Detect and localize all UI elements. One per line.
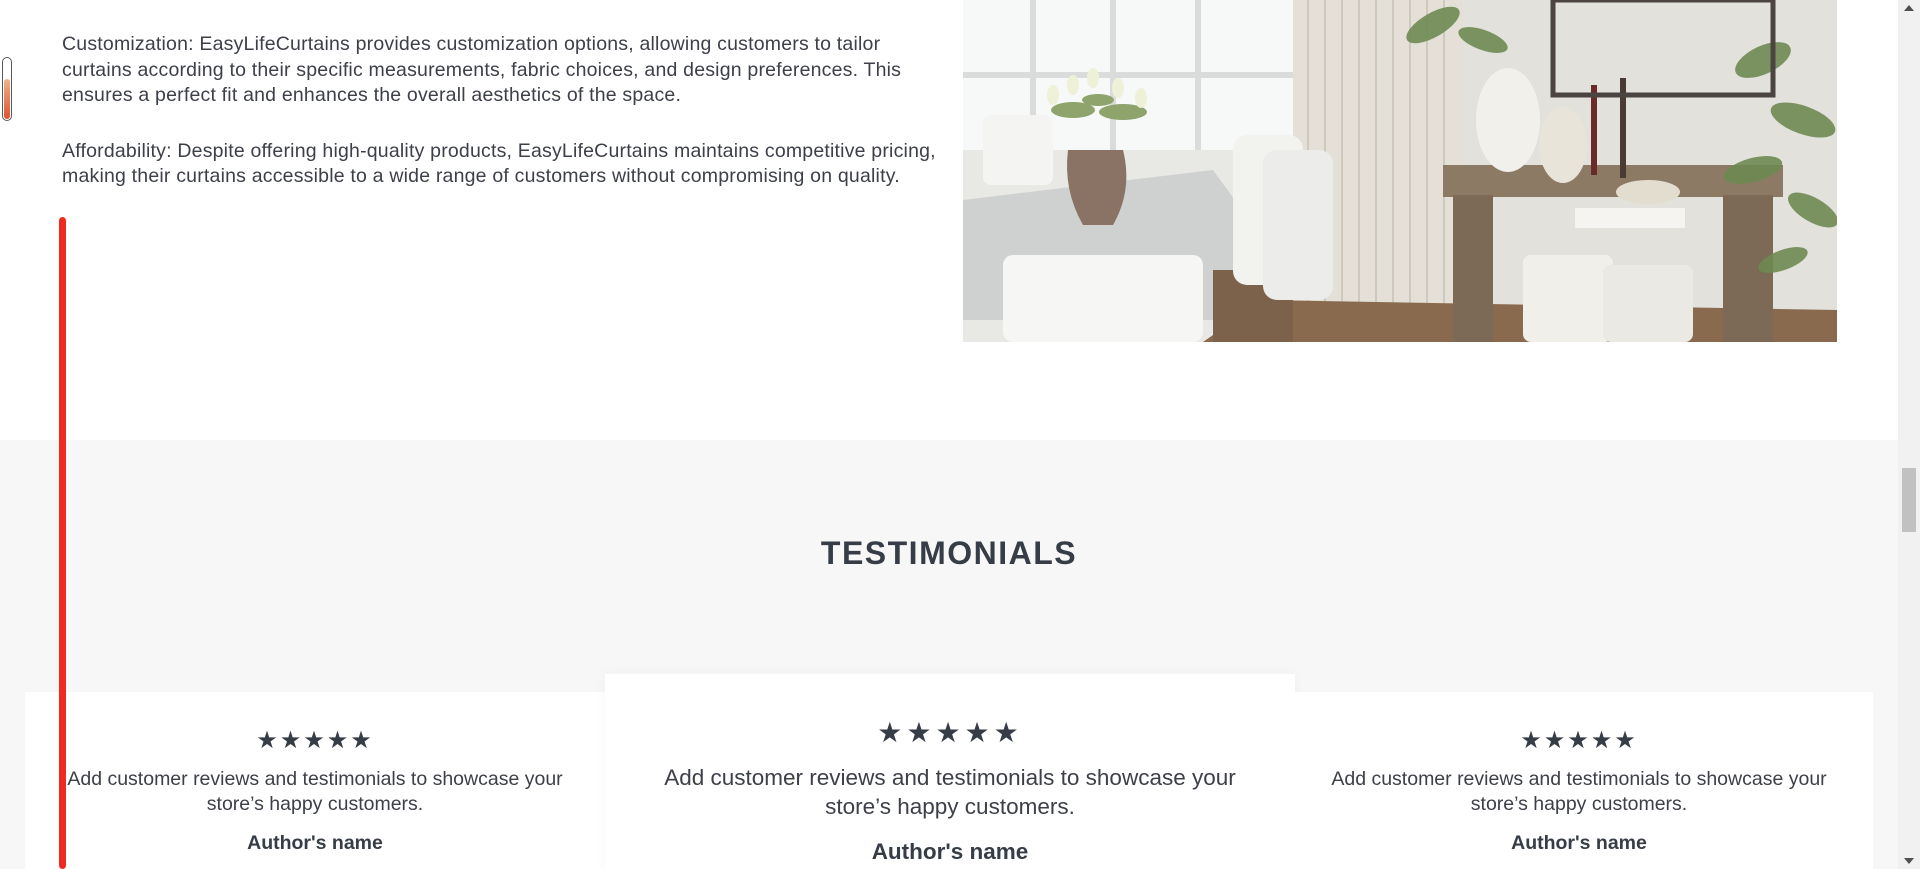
testimonial-text: Add customer reviews and testimonials to… (664, 765, 1236, 819)
red-annotation-line (59, 217, 66, 869)
page: Customization: EasyLifeCurtains provides… (0, 0, 1920, 869)
star-rating: ★★★★★ (256, 727, 374, 754)
features-section: Customization: EasyLifeCurtains provides… (0, 0, 1898, 440)
testimonial-author: Author's name (1511, 832, 1647, 854)
testimonials-heading: TESTIMONIALS (820, 535, 1078, 571)
testimonial-author: Author's name (247, 832, 383, 854)
feature-paragraph-affordability: Affordability: Despite offering high-qua… (62, 139, 936, 188)
scroll-up-arrow-icon[interactable] (1904, 5, 1914, 11)
scrollbar-thumb[interactable] (1902, 468, 1916, 532)
feature-paragraph-customization: Customization: EasyLifeCurtains provides… (62, 33, 902, 106)
side-slider-handle[interactable] (2, 57, 12, 121)
vertical-scrollbar[interactable] (1898, 0, 1920, 869)
testimonial-card-right: ★★★★★ Add customer reviews and testimoni… (1285, 692, 1873, 869)
room-photo (963, 0, 1837, 342)
testimonials-section: TESTIMONIALS ★★★★★ Add customer reviews … (0, 440, 1898, 869)
testimonial-card-left: ★★★★★ Add customer reviews and testimoni… (25, 692, 605, 869)
scroll-down-arrow-icon[interactable] (1904, 858, 1914, 864)
testimonial-author: Author's name (871, 839, 1029, 864)
star-rating: ★★★★★ (1520, 727, 1638, 754)
testimonial-text: Add customer reviews and testimonials to… (67, 768, 563, 815)
room-photo-illustration (963, 0, 1837, 342)
testimonial-text: Add customer reviews and testimonials to… (1331, 768, 1827, 815)
star-rating: ★★★★★ (877, 717, 1023, 748)
side-slider-fill (4, 79, 10, 119)
features-text: Customization: EasyLifeCurtains provides… (62, 32, 942, 220)
testimonial-card-center: ★★★★★ Add customer reviews and testimoni… (605, 674, 1295, 869)
